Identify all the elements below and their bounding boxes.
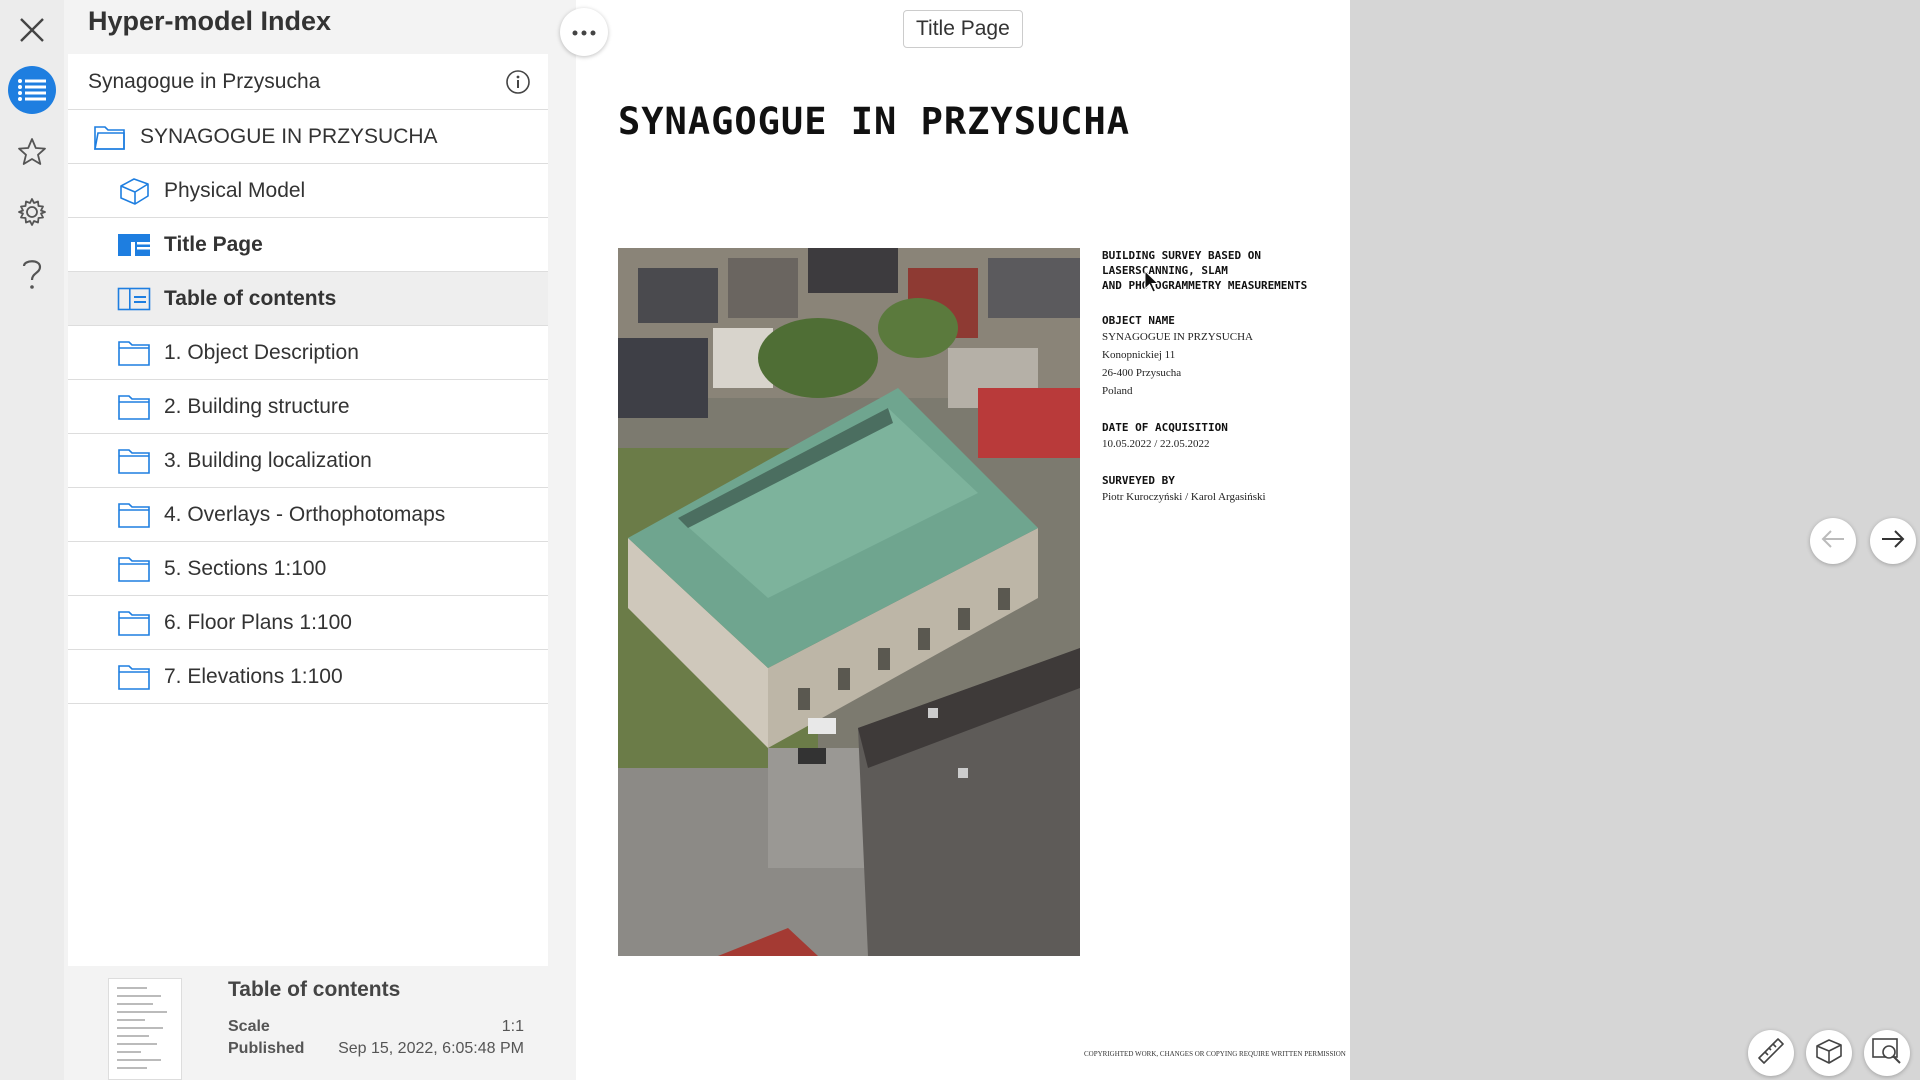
model-name-row[interactable]: Synagogue in Przysucha [68,54,548,110]
folder-icon [116,338,152,368]
folder-icon [116,608,152,638]
page-thumbnail[interactable] [108,978,182,1080]
object-line: SYNAGOGUE IN PRZYSUCHA [1102,331,1253,343]
folder-icon [116,500,152,530]
index-panel: Hyper-model Index Synagogue in Przysucha… [64,0,548,1080]
surveyed-heading: SURVEYED BY [1102,474,1175,487]
folder-icon [116,554,152,584]
tree-item-title-page[interactable]: Title Page [68,218,548,272]
more-dots-icon [572,23,596,41]
panel-title: Hyper-model Index [88,6,332,36]
current-page-label: Title Page [903,10,1023,48]
contents-page-icon [116,284,152,314]
copyright-note: COPYRIGHTED WORK, CHANGES OR COPYING REQ… [1084,1050,1346,1058]
more-options-button[interactable] [560,8,608,56]
tree-item-folder[interactable]: 2. Building structure [68,380,548,434]
document-title: SYNAGOGUE IN PRZYSUCHA [618,100,1131,143]
survey-line: BUILDING SURVEY BASED ON [1102,249,1261,262]
survey-line: LASERSCANNING, SLAM [1102,264,1228,277]
zoom-page-button[interactable] [1864,1030,1910,1076]
tree-item-label: 2. Building structure [164,394,350,418]
tree-item-folder[interactable]: 3. Building localization [68,434,548,488]
arrow-right-icon [1880,528,1906,555]
tree-item-label: Title Page [164,232,263,256]
object-line: 26-400 Przysucha [1102,367,1182,379]
aerial-photo [618,248,1080,956]
arrow-left-icon [1820,528,1846,555]
mouse-cursor-icon [1144,269,1160,299]
index-list-icon[interactable] [8,66,56,114]
published-label: Published [228,1040,305,1057]
tree-item-folder[interactable]: 4. Overlays - Orthophotomaps [68,488,548,542]
model-name: Synagogue in Przysucha [88,69,321,93]
object-line: Poland [1102,385,1133,397]
acquisition-heading: DATE OF ACQUISITION [1102,421,1228,434]
star-icon[interactable] [8,128,56,176]
published-value: Sep 15, 2022, 6:05:48 PM [338,1040,524,1057]
tree-item-folder[interactable]: 6. Floor Plans 1:100 [68,596,548,650]
tree-item-label: Physical Model [164,178,306,202]
measure-button[interactable] [1748,1030,1794,1076]
tree-item-label: 1. Object Description [164,340,359,364]
help-icon[interactable] [8,250,56,298]
tree-item-label: 4. Overlays - Orthophotomaps [164,502,446,526]
object-line: Konopnickiej 11 [1102,349,1176,361]
tree-item-folder[interactable]: 5. Sections 1:100 [68,542,548,596]
object-heading: OBJECT NAME [1102,314,1175,327]
item-details: Table of contents Scale 1:1 Published Se… [68,966,548,1080]
survey-line: AND PHOTOGRAMMETRY MEASUREMENTS [1102,279,1308,292]
tree-item-label: 6. Floor Plans 1:100 [164,610,352,634]
previous-page-button[interactable] [1810,518,1856,564]
tree-item-label: 5. Sections 1:100 [164,556,327,580]
scale-value: 1:1 [501,1018,524,1035]
tree-item-label: 7. Elevations 1:100 [164,664,343,688]
folder-open-icon [92,122,128,152]
surveyed-value: Piotr Kuroczyński / Karol Argasiński [1102,491,1266,503]
close-icon[interactable] [8,6,56,54]
tree-item-folder[interactable]: 1. Object Description [68,326,548,380]
scale-label: Scale [228,1018,270,1035]
tree-item-label: 3. Building localization [164,448,372,472]
icon-rail [0,0,64,1080]
title-page-icon [116,230,152,260]
ruler-icon [1756,1036,1786,1071]
tree-item-root[interactable]: SYNAGOGUE IN PRZYSUCHA [68,110,548,164]
document-metadata: BUILDING SURVEY BASED ON LASERSCANNING, … [1102,248,1342,506]
zoom-page-icon [1871,1036,1903,1071]
folder-icon [116,392,152,422]
folder-icon [116,662,152,692]
tree-item-folder[interactable]: 7. Elevations 1:100 [68,650,548,704]
next-page-button[interactable] [1870,518,1916,564]
cube-icon [116,176,152,206]
tree-item-label: SYNAGOGUE IN PRZYSUCHA [140,124,438,148]
tree-item-table-of-contents[interactable]: Table of contents [68,272,548,326]
tree-item-physical-model[interactable]: Physical Model [68,164,548,218]
info-icon[interactable] [504,68,532,96]
tree-item-label: Table of contents [164,286,337,310]
model-view-button[interactable] [1806,1030,1852,1076]
detail-title: Table of contents [228,978,401,1001]
cube-view-icon [1814,1036,1844,1071]
folder-icon [116,446,152,476]
acquisition-value: 10.05.2022 / 22.05.2022 [1102,438,1210,450]
gear-icon[interactable] [8,188,56,236]
index-tree: Synagogue in Przysucha SYNAGOGUE IN PRZY… [68,54,548,966]
